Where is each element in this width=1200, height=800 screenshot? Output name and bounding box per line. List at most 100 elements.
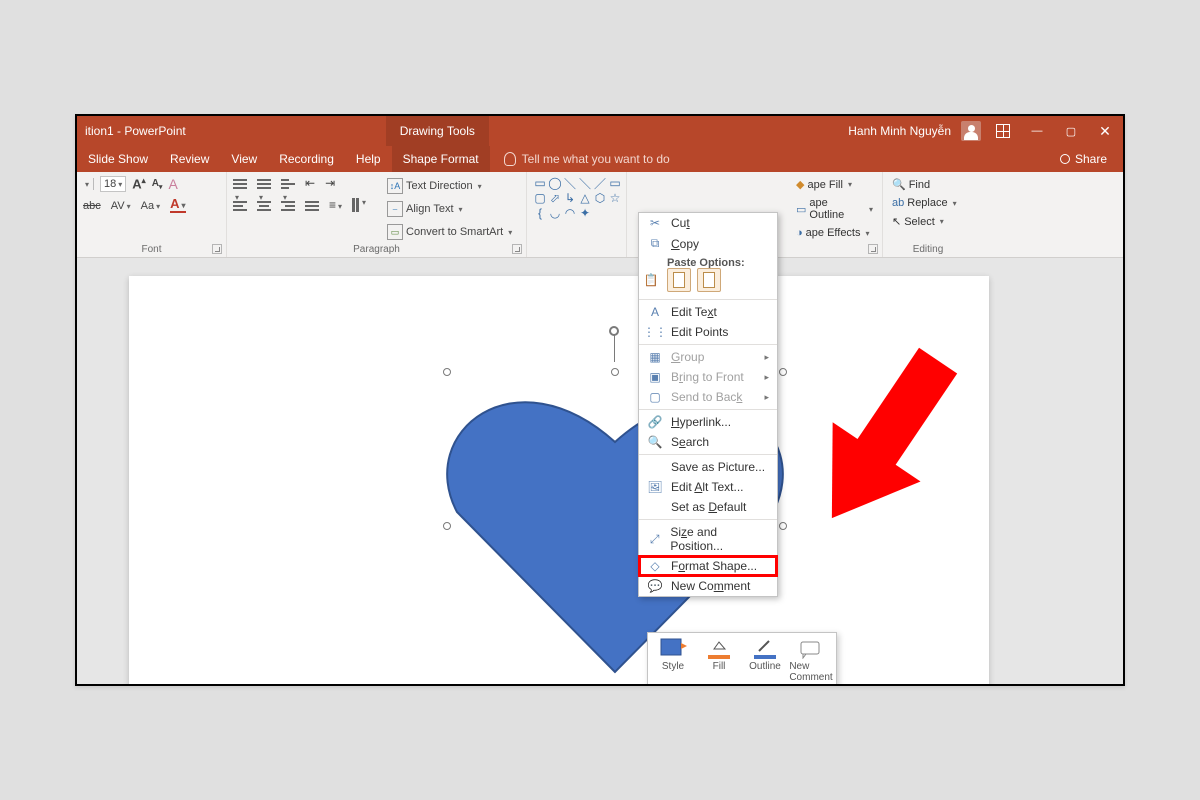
mini-style-button[interactable]: Style <box>652 637 694 683</box>
ctx-alt-text[interactable]: 🖼Edit Alt Text... <box>639 477 777 497</box>
paste-option-2[interactable] <box>697 268 721 292</box>
tab-recording[interactable]: Recording <box>268 146 345 172</box>
numbering-button[interactable] <box>257 177 271 189</box>
shape-arrowR-icon[interactable]: ↳ <box>563 191 577 205</box>
shape-line3-icon[interactable]: ／ <box>593 176 607 190</box>
ctx-edit-points[interactable]: ⋮⋮Edit Points <box>639 322 777 342</box>
text-direction-icon: ↕A <box>387 178 403 194</box>
shape-arc2-icon[interactable]: ◠ <box>563 206 577 220</box>
minimize-button[interactable]: — <box>1025 121 1049 141</box>
find-button[interactable]: 🔍Find <box>889 176 967 193</box>
clear-formatting-icon[interactable]: A <box>168 176 177 192</box>
shape-brace-icon[interactable]: { <box>533 206 547 220</box>
mini-new-comment-button[interactable]: New Comment <box>790 637 832 683</box>
ctx-size-position[interactable]: ⤢Size and Position... <box>639 522 777 556</box>
align-right-icon[interactable] <box>281 199 295 211</box>
decrease-indent-icon[interactable]: ⇤ <box>305 176 315 190</box>
paste-option-1[interactable] <box>667 268 691 292</box>
shape-star-icon[interactable]: ☆ <box>608 191 622 205</box>
share-button[interactable]: Share <box>1060 152 1123 166</box>
increase-indent-icon[interactable]: ⇥ <box>325 176 335 190</box>
group-editing: 🔍Find abReplace ↖Select Editing <box>883 172 973 257</box>
decrease-font-icon[interactable]: A▾ <box>152 178 163 191</box>
font-color[interactable]: A <box>170 198 185 213</box>
ribbon-options-icon[interactable] <box>991 121 1015 141</box>
shape-rect-icon[interactable]: ▭ <box>533 176 547 190</box>
list-level-button[interactable] <box>281 177 295 189</box>
shapes-gallery[interactable]: ▭ ◯ ＼ ＼ ／ ▭ ▢ ⬀ ↳ △ ⬡ ☆ { ◡ ◠ ✦ <box>533 176 620 220</box>
replace-button[interactable]: abReplace <box>889 195 967 211</box>
shape-hex-icon[interactable]: ⬡ <box>593 191 607 205</box>
shape-line2-icon[interactable]: ＼ <box>578 176 592 190</box>
rotation-handle[interactable] <box>609 326 619 336</box>
ctx-format-shape[interactable]: ◇Format Shape... <box>639 556 777 576</box>
ctx-set-default[interactable]: Set as Default <box>639 497 777 517</box>
bullets-button[interactable] <box>233 177 247 189</box>
shape-oval-icon[interactable]: ◯ <box>548 176 562 190</box>
tab-view[interactable]: View <box>220 146 268 172</box>
font-size-input[interactable]: 18 <box>100 176 126 192</box>
ctx-copy[interactable]: ⧉Copy <box>639 233 777 254</box>
increase-font-icon[interactable]: A▴ <box>132 176 145 191</box>
smartart-icon: ▭ <box>387 224 403 240</box>
tab-help[interactable]: Help <box>345 146 392 172</box>
align-text-button[interactable]: ⎯Align Text <box>384 199 515 219</box>
close-button[interactable]: ✕ <box>1093 121 1117 141</box>
handle-mr[interactable] <box>779 522 787 530</box>
align-left-icon[interactable] <box>233 199 247 211</box>
contextual-tools-label: Drawing Tools <box>386 116 489 146</box>
tab-review[interactable]: Review <box>159 146 220 172</box>
abc-strikethrough[interactable]: abc <box>83 200 101 212</box>
shape-arc-icon[interactable]: ◡ <box>548 206 562 220</box>
ctx-cut[interactable]: ✂Cut <box>639 213 777 233</box>
shape-roundrect-icon[interactable]: ▢ <box>533 191 547 205</box>
select-button[interactable]: ↖Select <box>889 213 967 230</box>
handle-tl[interactable] <box>443 368 451 376</box>
ctx-paste-options <box>639 266 777 297</box>
edit-points-icon: ⋮⋮ <box>647 325 663 339</box>
effects-icon: ◑ <box>796 227 803 239</box>
paragraph-dialog-launcher[interactable] <box>512 244 522 254</box>
handle-tm[interactable] <box>611 368 619 376</box>
text-direction-button[interactable]: ↕AText Direction <box>384 176 515 196</box>
shapestyles-dialog-launcher[interactable] <box>868 244 878 254</box>
convert-smartart-button[interactable]: ▭Convert to SmartArt <box>384 222 515 242</box>
columns-icon[interactable] <box>352 198 366 212</box>
font-dialog-launcher[interactable] <box>212 244 222 254</box>
ctx-save-picture[interactable]: Save as Picture... <box>639 457 777 477</box>
ctx-search[interactable]: 🔍Search <box>639 432 777 452</box>
shape-tri-icon[interactable]: △ <box>578 191 592 205</box>
mini-outline-button[interactable]: Outline <box>744 637 786 683</box>
shape-line-icon[interactable]: ＼ <box>563 176 577 190</box>
ctx-new-comment[interactable]: 💬New Comment <box>639 576 777 596</box>
handle-ml[interactable] <box>443 522 451 530</box>
tell-me-search[interactable]: Tell me what you want to do <box>490 152 670 166</box>
scissors-icon: ✂ <box>647 216 663 230</box>
shape-rect2-icon[interactable]: ▭ <box>608 176 622 190</box>
line-spacing-icon[interactable]: ≡ <box>329 198 342 212</box>
font-dropdown-edge[interactable] <box>83 178 94 190</box>
align-justify-icon[interactable] <box>305 199 319 211</box>
tab-slideshow[interactable]: Slide Show <box>77 146 159 172</box>
slide[interactable] <box>129 276 989 686</box>
mini-fill-button[interactable]: Fill <box>698 637 740 683</box>
align-center-icon[interactable] <box>257 199 271 211</box>
group-paragraph: ⇤ ⇥ ≡ ↕AText Direction ⎯Align Text <box>227 172 527 257</box>
shape-effects-button[interactable]: ◑ape Effects <box>793 225 876 241</box>
maximize-button[interactable]: ▢ <box>1059 121 1083 141</box>
tab-shape-format[interactable]: Shape Format <box>392 146 490 172</box>
shape-arrowL-icon[interactable]: ⬀ <box>548 191 562 205</box>
shape-fill-button[interactable]: ◆ape Fill <box>793 176 876 193</box>
context-menu: ✂Cut ⧉Copy Paste Options: 📋 AEdit Text ⋮… <box>638 212 778 597</box>
ctx-hyperlink[interactable]: 🔗Hyperlink... <box>639 412 777 432</box>
shape-plus-icon[interactable]: ✦ <box>578 206 592 220</box>
character-spacing[interactable]: AV <box>111 200 131 212</box>
change-case[interactable]: Aa <box>141 200 160 212</box>
ctx-bring-front[interactable]: ▣Bring to Front▸ <box>639 367 777 387</box>
handle-tr[interactable] <box>779 368 787 376</box>
shape-outline-button[interactable]: ▭ape Outline <box>793 195 876 223</box>
ctx-edit-text[interactable]: AEdit Text <box>639 302 777 322</box>
user-avatar-icon[interactable] <box>961 121 981 141</box>
slide-canvas[interactable]: ✂Cut ⧉Copy Paste Options: 📋 AEdit Text ⋮… <box>77 258 1123 684</box>
ctx-send-back[interactable]: ▢Send to Back▸ <box>639 387 777 407</box>
